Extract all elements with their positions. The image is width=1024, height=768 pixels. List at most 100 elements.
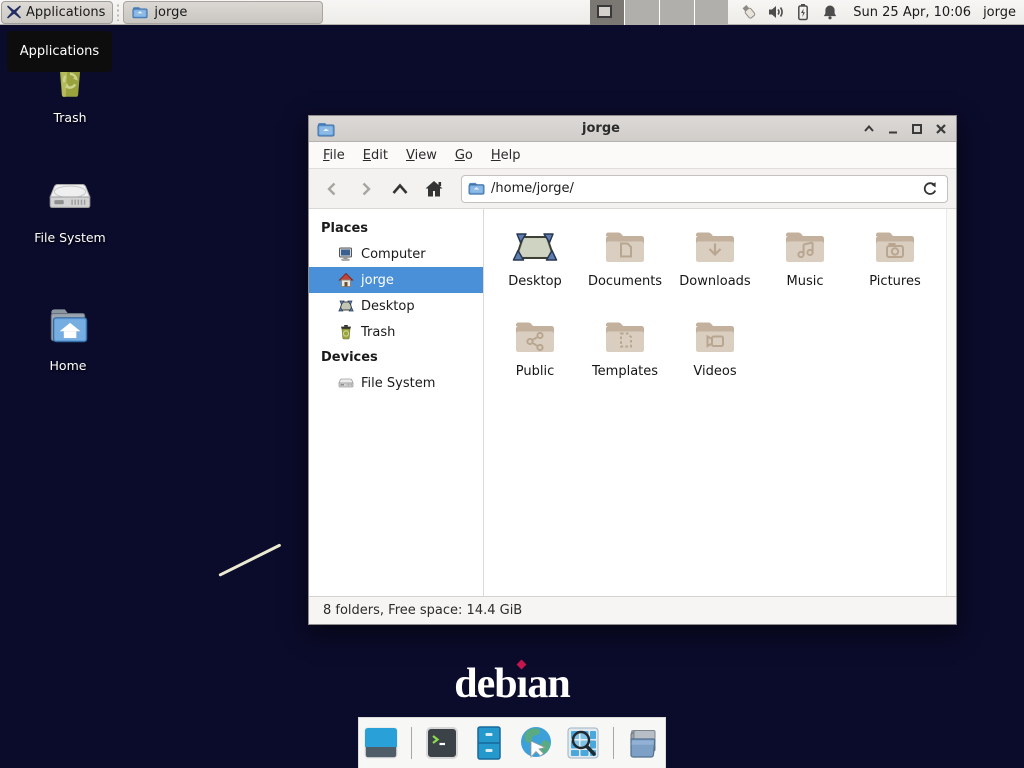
pictures-folder-icon (870, 219, 920, 271)
app-finder-button[interactable] (563, 723, 603, 763)
user-label[interactable]: jorge (983, 5, 1016, 20)
desktop-icon-file-system[interactable]: File System (22, 172, 118, 245)
show-desktop-button[interactable] (361, 723, 401, 763)
minimize-button[interactable] (885, 121, 900, 136)
forward-button[interactable] (351, 175, 381, 203)
menu-view[interactable]: View (398, 144, 445, 167)
file-item-templates[interactable]: Templates (580, 309, 670, 391)
shade-button[interactable] (861, 121, 876, 136)
applications-menu-button[interactable]: Applications (1, 1, 113, 24)
file-item-public[interactable]: Public (490, 309, 580, 391)
app-finder-icon (564, 724, 602, 762)
window-title: jorge (341, 121, 861, 136)
clock[interactable]: Sun 25 Apr, 10:06 (853, 5, 971, 20)
hard-drive-icon (338, 375, 354, 391)
file-item-music[interactable]: Music (760, 219, 850, 301)
file-label: Public (516, 364, 554, 379)
sidebar-item-trash[interactable]: Trash (309, 319, 483, 345)
file-label: Pictures (869, 274, 920, 289)
sidebar-item-desktop[interactable]: Desktop (309, 293, 483, 319)
file-item-documents[interactable]: Documents (580, 219, 670, 301)
sidebar-item-label: Computer (361, 247, 426, 262)
file-label: Videos (693, 364, 736, 379)
file-grid: Desktop Documents (484, 209, 956, 399)
back-button[interactable] (317, 175, 347, 203)
workspace-2[interactable] (625, 0, 660, 25)
vertical-scrollbar[interactable] (946, 209, 956, 596)
window-content: Places Computer jorge Desktop (309, 209, 956, 596)
sidebar-item-computer[interactable]: Computer (309, 241, 483, 267)
xfce-logo-icon (6, 4, 22, 20)
bottom-dock (358, 717, 666, 768)
file-label: Downloads (679, 274, 750, 289)
removable-media-icon[interactable] (740, 3, 758, 21)
workspace-3[interactable] (660, 0, 695, 25)
menu-file[interactable]: File (315, 144, 353, 167)
home-folder-icon (20, 300, 116, 350)
file-item-pictures[interactable]: Pictures (850, 219, 940, 301)
toolbar: /home/jorge/ (309, 169, 956, 209)
path-bar[interactable]: /home/jorge/ (461, 175, 948, 203)
sidebar-item-jorge[interactable]: jorge (309, 267, 483, 293)
window-folder-icon (317, 121, 335, 137)
dock-separator (411, 727, 412, 759)
taskbar-folder-icon (132, 5, 148, 20)
desktop-icon-label: Trash (22, 110, 118, 125)
debian-logo: debıan (0, 660, 1024, 708)
templates-folder-icon (600, 309, 650, 361)
debian-logo-i: ı (517, 660, 528, 708)
path-text[interactable]: /home/jorge/ (491, 181, 913, 196)
file-item-downloads[interactable]: Downloads (670, 219, 760, 301)
taskbar-window-label: jorge (154, 5, 187, 20)
directory-menu-icon (625, 724, 663, 762)
maximize-button[interactable] (909, 121, 924, 136)
window-titlebar[interactable]: jorge (309, 116, 956, 142)
downloads-folder-icon (690, 219, 740, 271)
terminal-button[interactable] (422, 723, 462, 763)
videos-folder-icon (690, 309, 740, 361)
file-label: Desktop (508, 274, 562, 289)
workspace-4[interactable] (695, 0, 729, 25)
stray-line-artifact (218, 543, 281, 576)
menu-go[interactable]: Go (447, 144, 481, 167)
applications-menu-label: Applications (26, 5, 105, 20)
file-manager-window: jorge File Edit View Go Help (308, 115, 957, 625)
volume-icon[interactable] (767, 3, 785, 21)
menubar: File Edit View Go Help (309, 142, 956, 169)
computer-icon (338, 246, 354, 262)
path-folder-icon (468, 181, 485, 196)
window-controls (861, 121, 948, 136)
workspace-1[interactable] (590, 0, 625, 25)
desktop-icon-home[interactable]: Home (20, 300, 116, 373)
close-button[interactable] (933, 121, 948, 136)
file-item-desktop[interactable]: Desktop (490, 219, 580, 301)
music-folder-icon (780, 219, 830, 271)
file-item-videos[interactable]: Videos (670, 309, 760, 391)
sidebar-item-file-system[interactable]: File System (309, 370, 483, 396)
sidebar-item-label: Desktop (361, 299, 415, 314)
desktop-icon-label: File System (22, 230, 118, 245)
reload-button[interactable] (919, 178, 941, 200)
file-manager-button[interactable] (469, 723, 509, 763)
battery-icon[interactable] (794, 3, 812, 21)
status-text: 8 folders, Free space: 14.4 GiB (323, 603, 522, 618)
sidebar: Places Computer jorge Desktop (309, 209, 484, 596)
system-tray (740, 3, 839, 21)
up-button[interactable] (385, 175, 415, 203)
menu-help[interactable]: Help (483, 144, 529, 167)
debian-logo-text: deb (454, 661, 516, 707)
applications-tooltip: Applications (7, 31, 112, 72)
web-browser-button[interactable] (516, 723, 556, 763)
home-button[interactable] (419, 175, 449, 203)
directory-menu-button[interactable] (624, 723, 664, 763)
top-panel: Applications jorge Sun 25 Apr, 10:06 jor… (0, 0, 1024, 25)
notifications-bell-icon[interactable] (821, 3, 839, 21)
menu-edit[interactable]: Edit (355, 144, 396, 167)
workspace-switcher[interactable] (590, 0, 728, 25)
sidebar-header-devices: Devices (309, 345, 483, 370)
file-view[interactable]: Desktop Documents (484, 209, 956, 596)
workspace-window-thumbnail (597, 5, 612, 18)
web-browser-icon (517, 724, 555, 762)
taskbar-button-jorge[interactable]: jorge (123, 1, 323, 24)
panel-drag-handle[interactable] (115, 3, 121, 21)
